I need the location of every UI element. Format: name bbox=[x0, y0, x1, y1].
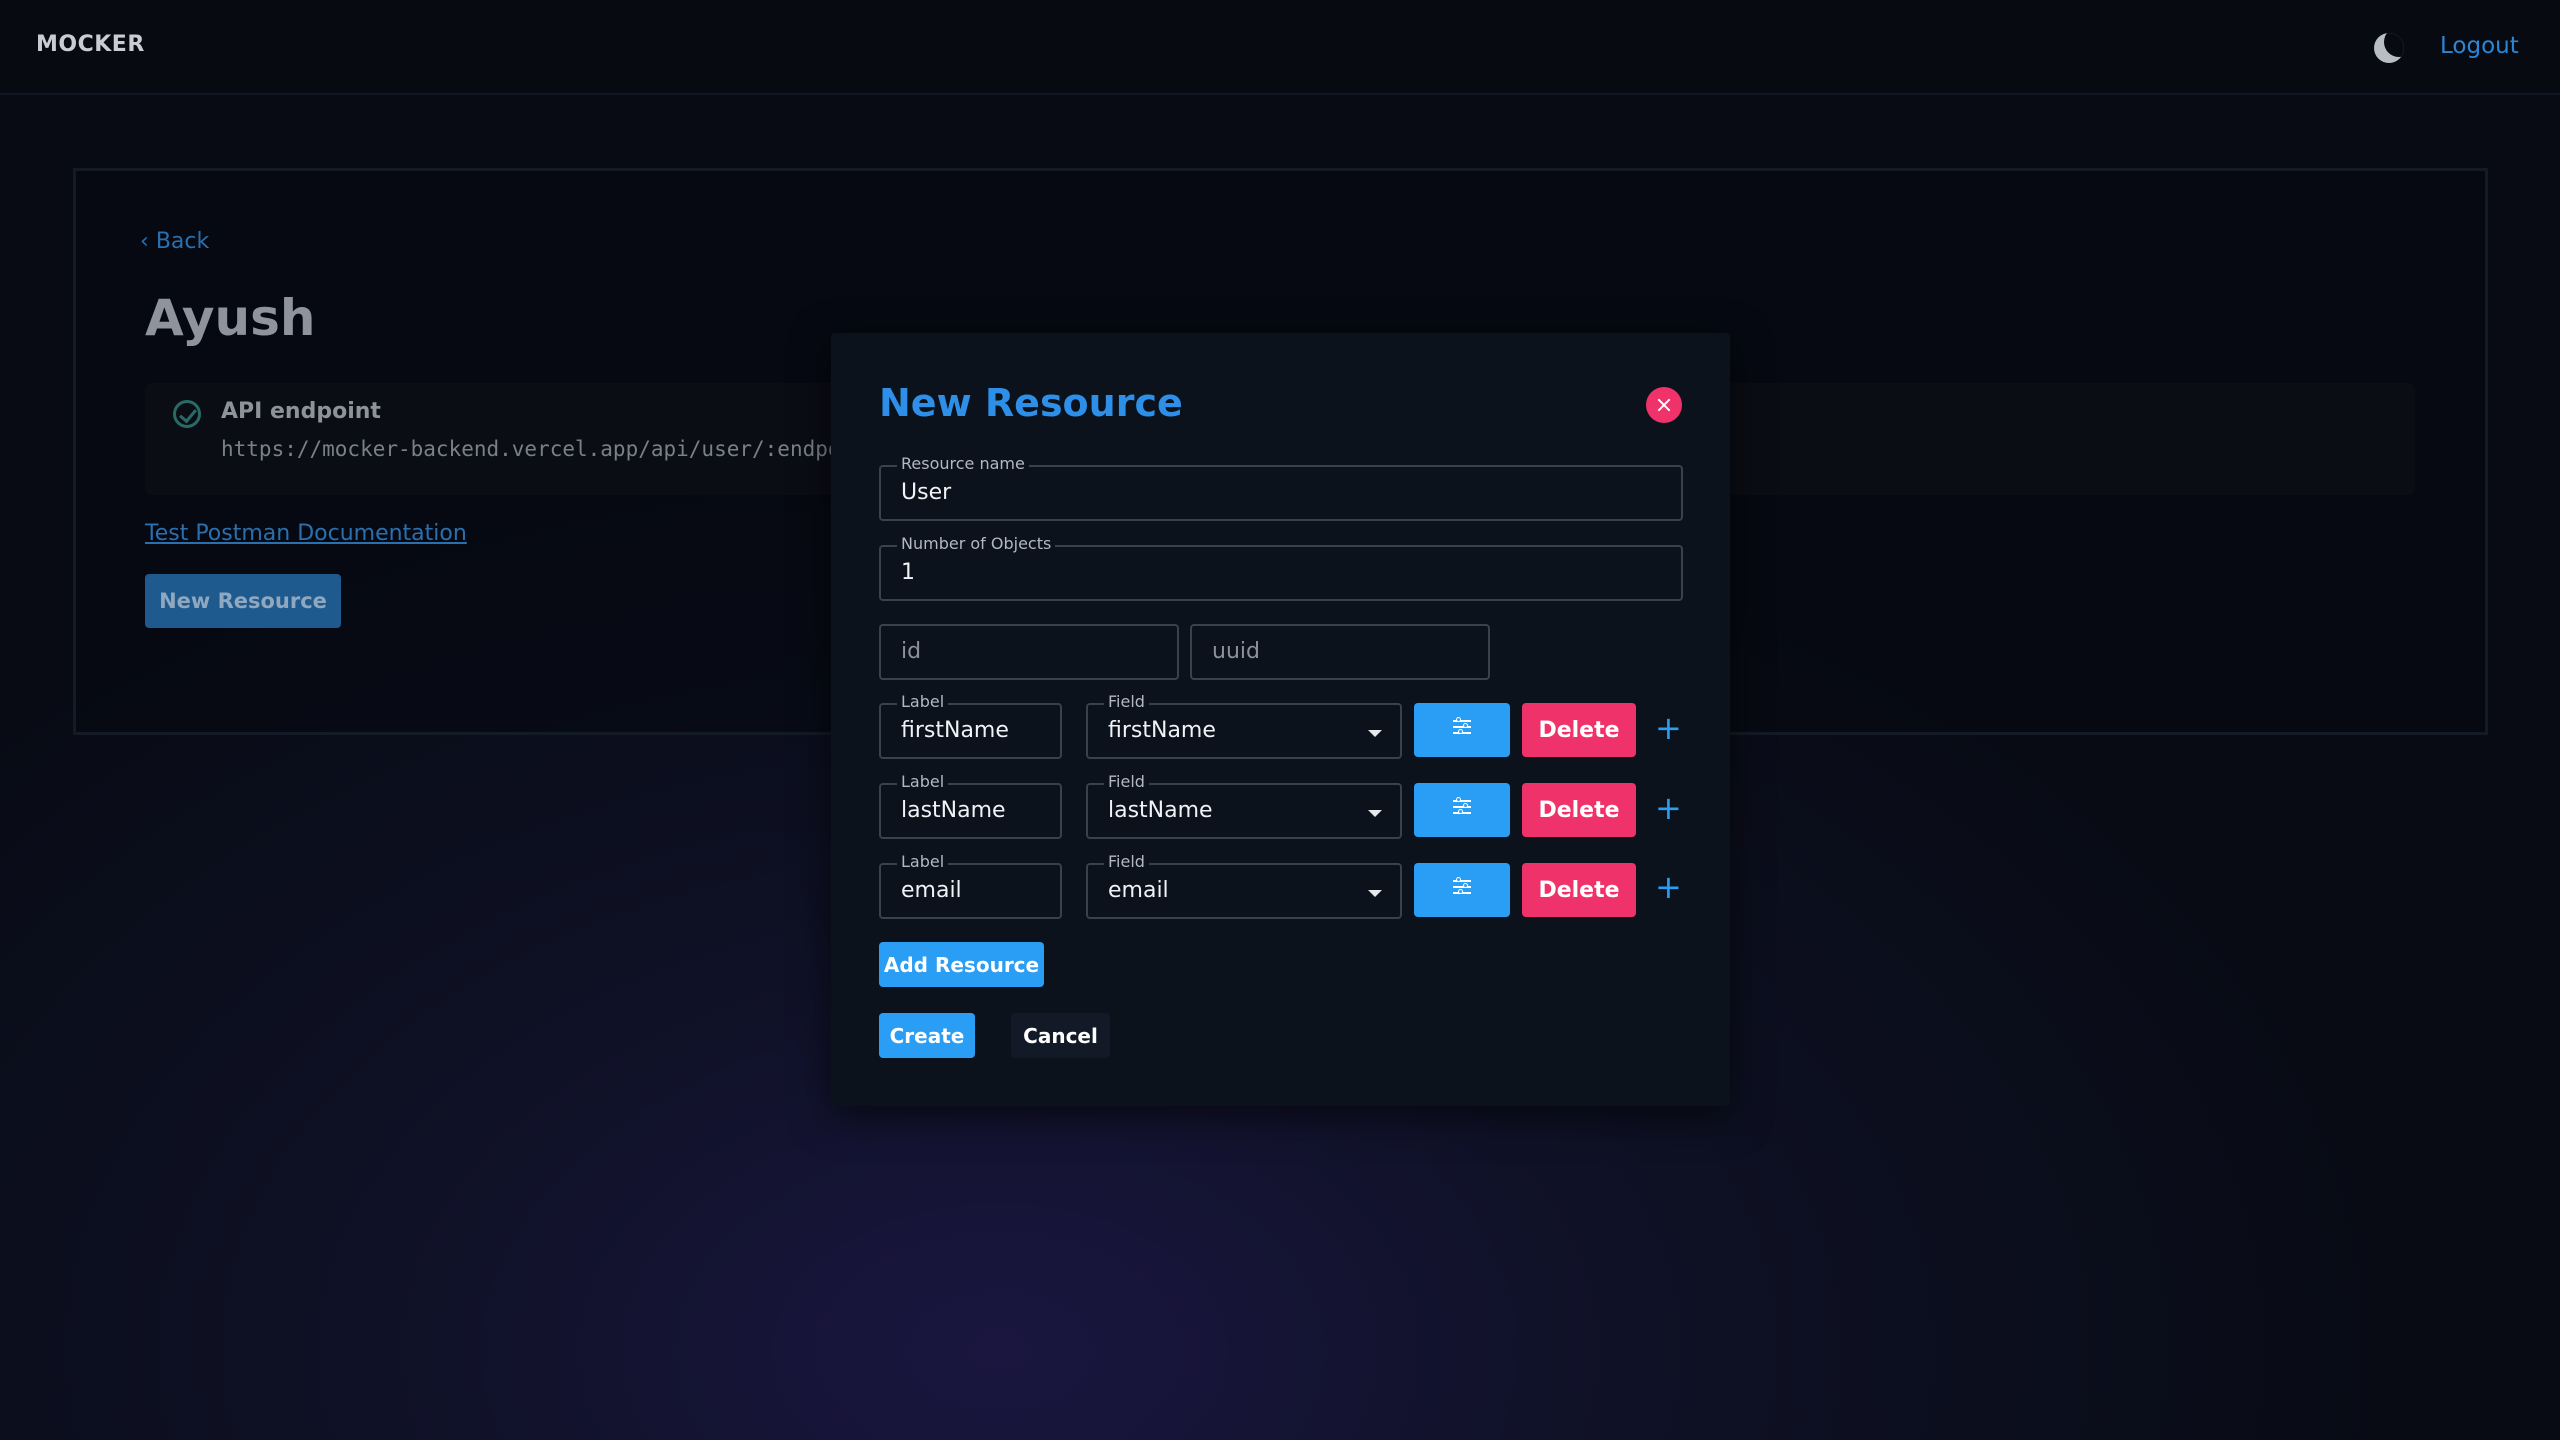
number-of-objects-field[interactable]: Number of Objects 1 bbox=[879, 534, 1683, 601]
row-field-select[interactable]: Field lastName bbox=[1086, 772, 1402, 839]
row-field-select[interactable]: Field email bbox=[1086, 852, 1402, 919]
field-settings-button[interactable] bbox=[1414, 703, 1510, 757]
moon-icon[interactable] bbox=[2374, 33, 2404, 63]
new-resource-button[interactable]: New Resource bbox=[145, 574, 341, 628]
plus-icon[interactable]: + bbox=[1655, 871, 1682, 903]
app-logo[interactable]: MOCKER bbox=[36, 32, 145, 57]
back-label: Back bbox=[155, 229, 210, 254]
chevron-left-icon: ‹ bbox=[140, 229, 149, 254]
label-value: email bbox=[901, 878, 962, 903]
delete-row-button[interactable]: Delete bbox=[1522, 783, 1636, 837]
row-field-select[interactable]: Field firstName bbox=[1086, 692, 1402, 759]
check-circle-icon bbox=[173, 400, 201, 428]
field-legend: Field bbox=[1104, 772, 1149, 791]
label-legend: Label bbox=[897, 772, 949, 791]
label-value: lastName bbox=[901, 798, 1006, 823]
row-label-input[interactable]: Label firstName bbox=[879, 692, 1062, 759]
number-of-objects-value: 1 bbox=[901, 560, 915, 585]
modal-title: New Resource bbox=[879, 381, 1183, 425]
new-resource-modal: New Resource Resource name User Number o… bbox=[831, 333, 1730, 1106]
resource-name-field[interactable]: Resource name User bbox=[879, 454, 1683, 521]
create-button[interactable]: Create bbox=[879, 1013, 975, 1058]
sliders-icon bbox=[1453, 877, 1471, 896]
field-settings-button[interactable] bbox=[1414, 783, 1510, 837]
label-value: firstName bbox=[901, 718, 1009, 743]
field-legend: Field bbox=[1104, 692, 1149, 711]
number-of-objects-label: Number of Objects bbox=[897, 534, 1056, 553]
resource-name-label: Resource name bbox=[897, 454, 1029, 473]
cancel-button[interactable]: Cancel bbox=[1011, 1013, 1110, 1058]
sliders-icon bbox=[1453, 797, 1471, 816]
label-legend: Label bbox=[897, 852, 949, 871]
field-value: email bbox=[1108, 878, 1169, 903]
top-nav: MOCKER Logout bbox=[0, 0, 2560, 95]
plus-icon[interactable]: + bbox=[1655, 792, 1682, 824]
label-legend: Label bbox=[897, 692, 949, 711]
sliders-icon bbox=[1453, 717, 1471, 736]
id-field[interactable]: id bbox=[879, 624, 1179, 680]
chevron-down-icon bbox=[1368, 810, 1382, 817]
uuid-field[interactable]: uuid bbox=[1190, 624, 1490, 680]
chevron-down-icon bbox=[1368, 890, 1382, 897]
field-settings-button[interactable] bbox=[1414, 863, 1510, 917]
field-value: firstName bbox=[1108, 718, 1216, 743]
id-field-value: id bbox=[901, 639, 922, 664]
postman-docs-link[interactable]: Test Postman Documentation bbox=[145, 521, 467, 546]
row-label-input[interactable]: Label email bbox=[879, 852, 1062, 919]
endpoint-label: API endpoint bbox=[221, 399, 381, 424]
delete-row-button[interactable]: Delete bbox=[1522, 863, 1636, 917]
resource-name-value: User bbox=[901, 480, 952, 505]
add-resource-button[interactable]: Add Resource bbox=[879, 942, 1044, 987]
back-link[interactable]: ‹ Back bbox=[140, 229, 209, 254]
logout-link[interactable]: Logout bbox=[2440, 33, 2519, 59]
close-icon[interactable] bbox=[1646, 387, 1682, 423]
project-title: Ayush bbox=[145, 289, 316, 347]
field-legend: Field bbox=[1104, 852, 1149, 871]
row-label-input[interactable]: Label lastName bbox=[879, 772, 1062, 839]
plus-icon[interactable]: + bbox=[1655, 712, 1682, 744]
delete-row-button[interactable]: Delete bbox=[1522, 703, 1636, 757]
uuid-field-value: uuid bbox=[1212, 639, 1260, 664]
endpoint-url: https://mocker-backend.vercel.app/api/us… bbox=[221, 437, 841, 461]
chevron-down-icon bbox=[1368, 730, 1382, 737]
field-value: lastName bbox=[1108, 798, 1213, 823]
